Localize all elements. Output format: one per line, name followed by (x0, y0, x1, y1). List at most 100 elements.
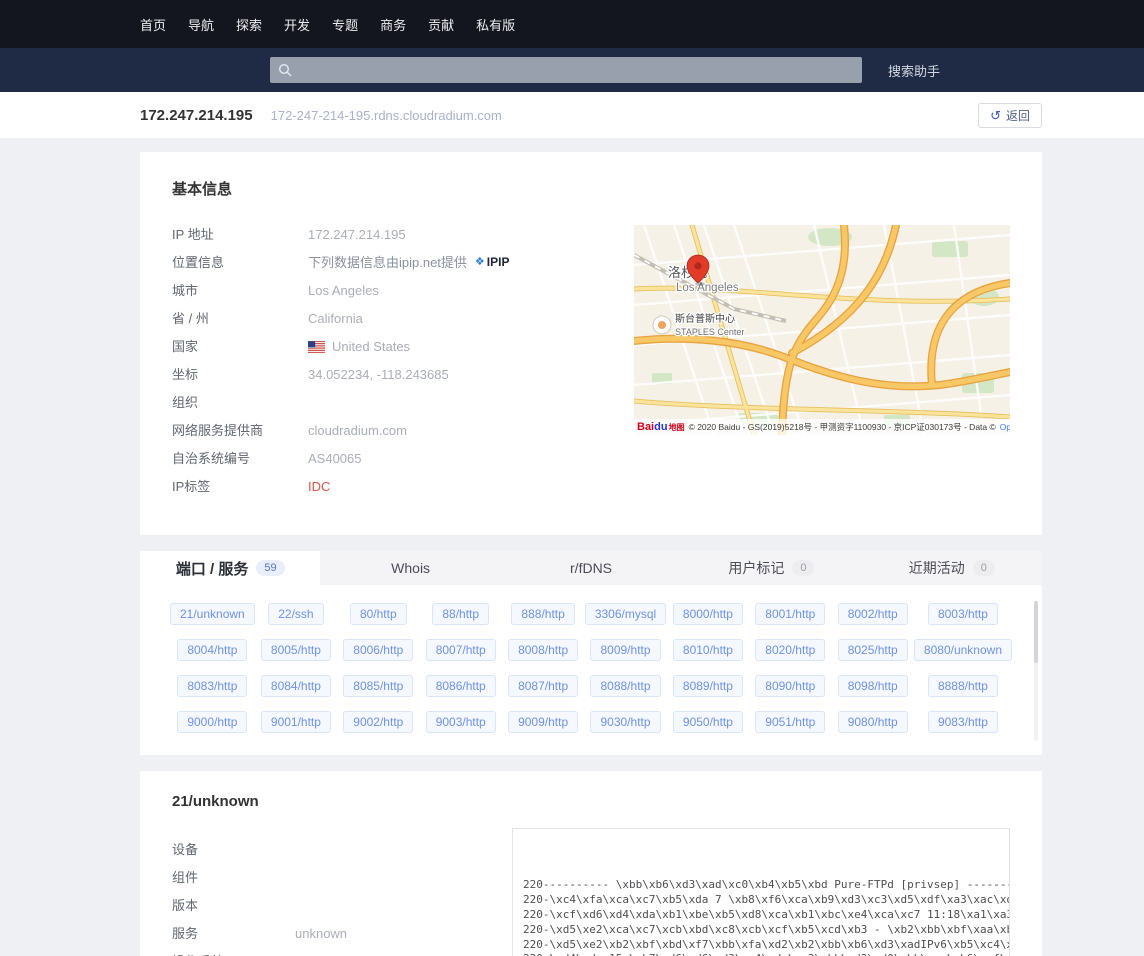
basic-info-card: 基本信息 IP 地址 172.247.214.195 位置信息 下列数据信息由i… (140, 152, 1042, 535)
field-location: 位置信息 下列数据信息由ipip.net提供 ❖ IPIP (172, 253, 510, 272)
port-chip[interactable]: 80/http (349, 603, 407, 625)
top-nav: 首页 导航 探索 开发 专题 商务 贡献 私有版 (0, 0, 1144, 48)
port-chip[interactable]: 21/unknown (170, 603, 255, 625)
port-chip[interactable]: 9050/http (672, 711, 743, 733)
ipip-logo: ❖ IPIP (475, 253, 510, 272)
port-chip[interactable]: 9080/http (837, 711, 908, 733)
recent-activity-badge: 0 (972, 560, 995, 576)
map-attribution: Bai du 地图 © 2020 Baidu - GS(2019)5218号 - 甲… (634, 419, 1010, 435)
port-chip[interactable]: 9051/http (755, 711, 826, 733)
tabs-card: 端口 / 服务 59 Whois r/fDNS 用户标记 0 近期活动 0 21… (140, 551, 1042, 755)
port-chip[interactable]: 8003/http (927, 603, 998, 625)
rdns-link[interactable]: 172-247-214-195.rdns.cloudradium.com (271, 108, 502, 123)
port-chip[interactable]: 8005/http (260, 639, 331, 661)
port-chip[interactable]: 9003/http (425, 711, 496, 733)
port-chip[interactable]: 8089/http (672, 675, 743, 697)
port-chip[interactable]: 8020/http (755, 639, 826, 661)
port-chip[interactable]: 9002/http (343, 711, 414, 733)
port-chip[interactable]: 8888/http (927, 675, 998, 697)
port-chip[interactable]: 8080/unknown (913, 639, 1012, 661)
banner-line: 220---------- \xbb\xb6\xd3\xad\xc0\xb4\x… (523, 878, 1010, 892)
search-bar: 搜索助手 (0, 48, 1144, 92)
port-chip[interactable]: 9001/http (260, 711, 331, 733)
banner-line: 220-\xd5\xe2\xca\xc7\xcb\xbd\xc8\xcb\xcf… (523, 922, 1009, 936)
port-chip[interactable]: 8007/http (425, 639, 496, 661)
back-button[interactable]: ↺ 返回 (978, 102, 1042, 128)
port-chip[interactable]: 8009/http (590, 639, 661, 661)
map-poi-label-en: STAPLES Center (675, 327, 744, 337)
ports-scrollbar-thumb[interactable] (1034, 601, 1038, 663)
ports-scrollbar (1034, 601, 1038, 741)
baidu-logo: Bai du 地图 (637, 421, 685, 433)
port-chip[interactable]: 8010/http (672, 639, 743, 661)
field-isp: 网络服务提供商 cloudradium.com (172, 423, 407, 438)
port-chip[interactable]: 3306/mysql (584, 603, 667, 625)
tab-ports[interactable]: 端口 / 服务 59 (140, 551, 321, 585)
field-org: 组织 (172, 395, 199, 410)
field-coords: 坐标 34.052234, -118.243685 (172, 367, 449, 382)
port-chip[interactable]: 8001/http (755, 603, 826, 625)
port-detail-card: 21/unknown 设备 组件 版本 服务 unknown 220------… (140, 771, 1042, 956)
ports-panel: 21/unknown 22/ssh 80/http 88/http 888/http 33… (140, 585, 1042, 755)
port-chip[interactable]: 8083/http (177, 675, 248, 697)
port-chip[interactable]: 8088/http (590, 675, 661, 697)
nav-item[interactable]: 导航 (188, 15, 214, 34)
map-copyright-text: © 2020 Baidu - GS(2019)5218号 - 甲测资字11009… (688, 422, 996, 432)
field-province: 省 / 州 California (172, 311, 363, 326)
search-input[interactable] (298, 62, 854, 78)
ports-grid: 21/unknown 22/ssh 80/http 88/http 888/http 33… (170, 603, 1012, 733)
port-chip[interactable]: 8086/http (425, 675, 496, 697)
field-city: 城市 Los Angeles (172, 283, 379, 298)
search-box[interactable] (270, 57, 862, 83)
tab-recent-activity[interactable]: 近期活动 0 (862, 551, 1042, 585)
nav-item[interactable]: 私有版 (476, 15, 515, 34)
back-label: 返回 (1005, 108, 1030, 123)
port-chip[interactable]: 9009/http (508, 711, 579, 733)
port-chip[interactable]: 8008/http (508, 639, 579, 661)
nav-item[interactable]: 贡献 (428, 15, 454, 34)
field-component: 组件 (172, 870, 199, 885)
tab-whois[interactable]: Whois (320, 551, 500, 585)
port-chip[interactable]: 8000/http (672, 603, 743, 625)
page-header: 172.247.214.195 172-247-214-195.rdns.clo… (0, 92, 1144, 138)
port-detail-title: 21/unknown (172, 793, 259, 810)
banner-line: 220-\xc4\xfa\xca\xc7\xb5\xda 7 \xb8\xf6\… (523, 893, 1009, 907)
port-chip[interactable]: 88/http (432, 603, 490, 625)
port-chip[interactable]: 8087/http (508, 675, 579, 697)
map-poi-label-zh: 斯台普斯中心 (675, 312, 735, 325)
port-chip[interactable]: 888/http (511, 603, 575, 625)
nav-item[interactable]: 专题 (332, 15, 358, 34)
port-chip[interactable]: 8084/http (260, 675, 331, 697)
us-flag-icon (308, 340, 325, 353)
tab-user-marks[interactable]: 用户标记 0 (681, 551, 861, 585)
field-asn: 自治系统编号 AS40065 (172, 451, 362, 466)
port-chip[interactable]: 8002/http (837, 603, 908, 625)
nav-item[interactable]: 商务 (380, 15, 406, 34)
ip-tag-idc: IDC (308, 479, 331, 494)
nav-item[interactable]: 首页 (140, 15, 166, 34)
nav-item[interactable]: 探索 (236, 15, 262, 34)
port-chip[interactable]: 9030/http (590, 711, 661, 733)
port-chip[interactable]: 8006/http (343, 639, 414, 661)
nav-item[interactable]: 开发 (284, 15, 310, 34)
port-chip[interactable]: 8098/http (837, 675, 908, 697)
port-chip[interactable]: 8004/http (177, 639, 248, 661)
port-chip[interactable]: 9000/http (177, 711, 248, 733)
search-icon (278, 63, 292, 77)
port-chip[interactable]: 8085/http (343, 675, 414, 697)
back-icon: ↺ (990, 107, 1001, 123)
map-canvas: 洛杉矶 Los Angeles 斯台普斯中心 STAPLES Center (634, 225, 1010, 435)
port-chip[interactable]: 22/ssh (268, 603, 324, 625)
banner-line: 220-\xd5\xe2\xb2\xbf\xbd\xf7\xbb\xfa\xd2… (523, 937, 1009, 951)
search-assistant-link[interactable]: 搜索助手 (888, 61, 940, 80)
port-chip[interactable]: 8025/http (837, 639, 908, 661)
port-chip[interactable]: 8090/http (755, 675, 826, 697)
map-city-label-en: Los Angeles (676, 282, 739, 294)
tab-rfdns[interactable]: r/fDNS (501, 551, 681, 585)
port-chip[interactable]: 9083/http (927, 711, 998, 733)
field-ip-tag: IP标签 IDC (172, 479, 331, 494)
field-ip: IP 地址 172.247.214.195 (172, 227, 406, 242)
field-device: 设备 (172, 842, 199, 857)
openstreetmap-link[interactable]: OpenStreetMap (1000, 422, 1010, 432)
map[interactable]: 洛杉矶 Los Angeles 斯台普斯中心 STAPLES Center Ba… (634, 225, 1010, 435)
